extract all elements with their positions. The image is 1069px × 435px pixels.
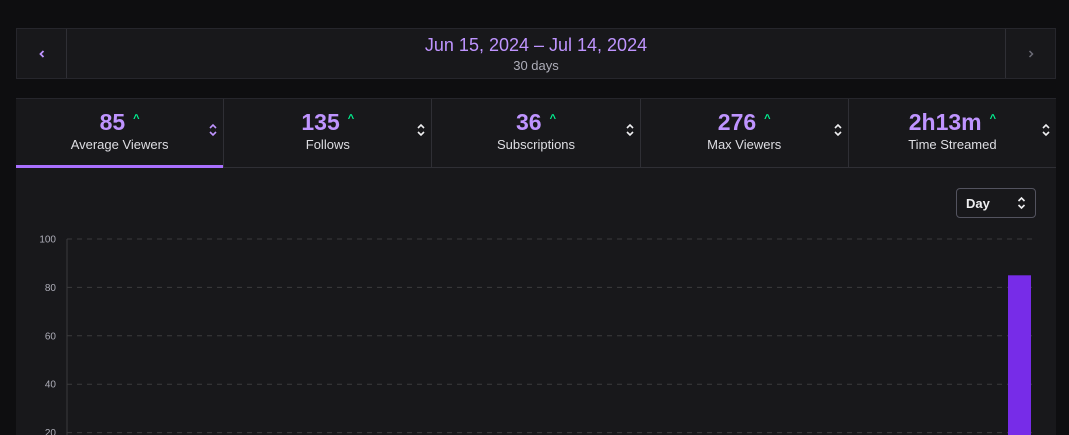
y-tick-label: 80: [45, 283, 57, 294]
date-range-text: Jun 15, 2024 – Jul 14, 2024: [424, 34, 648, 55]
date-range-display: Jun 15, 2024 – Jul 14, 2024 30 days: [67, 29, 1005, 78]
y-tick-label: 60: [45, 331, 57, 342]
chevron-left-icon: [38, 49, 44, 58]
previous-period-button[interactable]: [17, 29, 67, 78]
date-range-duration: 30 days: [513, 57, 559, 73]
y-tick-label: 100: [39, 235, 56, 246]
chart-bar[interactable]: [1008, 275, 1031, 435]
y-tick-label: 40: [45, 380, 57, 391]
next-period-button[interactable]: [1005, 29, 1055, 78]
date-range-navigator: Jun 15, 2024 – Jul 14, 2024 30 days: [16, 28, 1056, 79]
chevron-right-icon: [1028, 49, 1034, 58]
stats-panel: 85 ^ Average Viewers 135 ^ Follows 36 ^ …: [16, 98, 1056, 435]
y-tick-label: 20: [45, 428, 57, 435]
average-viewers-chart: 100 80 60 40 20: [39, 235, 1034, 435]
